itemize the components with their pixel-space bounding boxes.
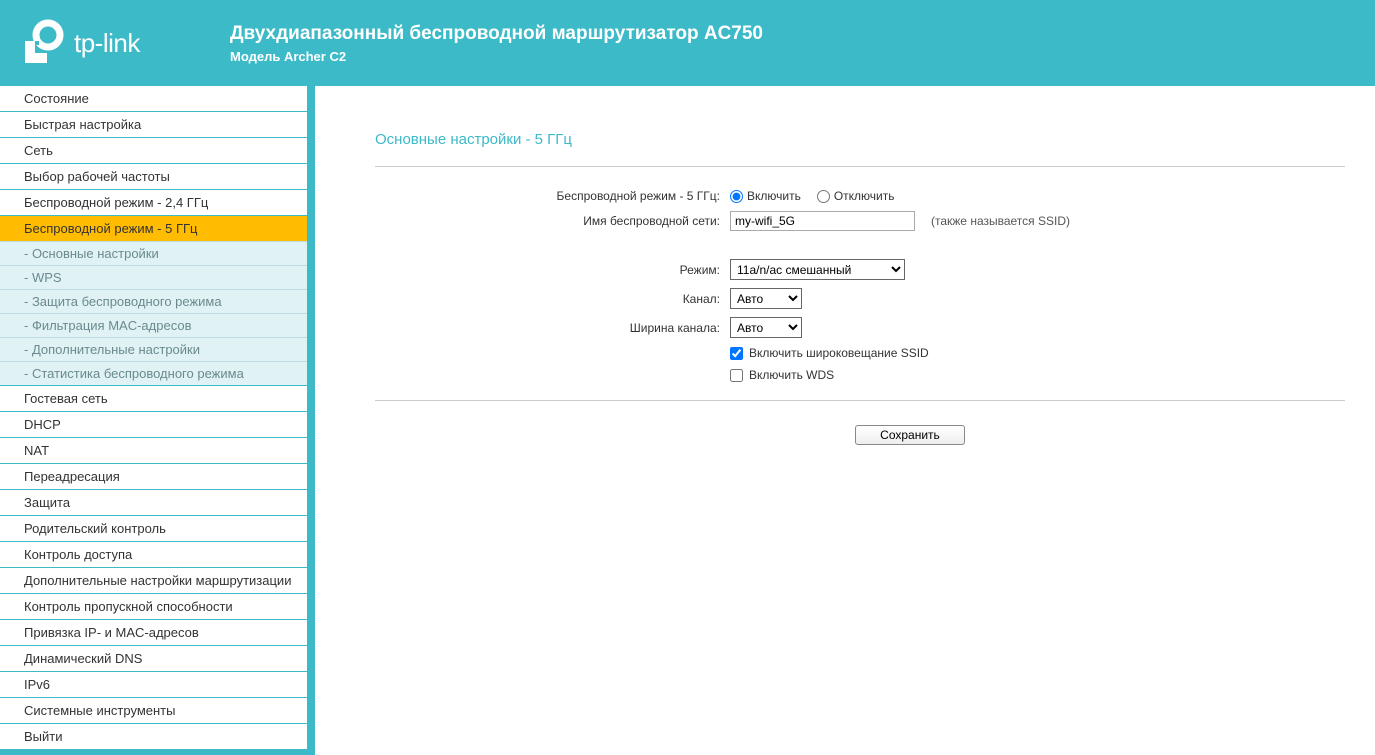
header-titles: Двухдиапазонный беспроводной маршрутизат… [230, 23, 763, 64]
sidebar-item[interactable]: Сеть [0, 137, 307, 163]
sidebar-item[interactable]: Гостевая сеть [0, 385, 307, 411]
wds-check[interactable] [730, 369, 743, 382]
wds-label: Включить WDS [749, 368, 834, 382]
sidebar-item[interactable]: DHCP [0, 411, 307, 437]
tplink-logo-icon [20, 19, 68, 67]
sidebar-item[interactable]: Контроль доступа [0, 541, 307, 567]
ssid-input[interactable] [730, 211, 915, 231]
sidebar-item[interactable]: Родительский контроль [0, 515, 307, 541]
broadcast-label: Включить широковещание SSID [749, 346, 929, 360]
sidebar-item[interactable]: Привязка IP- и MAC-адресов [0, 619, 307, 645]
sidebar-item[interactable]: Беспроводной режим - 5 ГГц [0, 215, 307, 241]
broadcast-checkbox[interactable]: Включить широковещание SSID [730, 346, 929, 360]
width-label: Ширина канала: [375, 321, 730, 335]
product-model: Модель Archer C2 [230, 49, 763, 64]
mode-label: Режим: [375, 263, 730, 277]
radio-disable[interactable] [817, 190, 830, 203]
sidebar-item[interactable]: Защита [0, 489, 307, 515]
wireless-enable-radio[interactable]: Включить [730, 189, 801, 203]
sidebar-subitem[interactable]: - Статистика беспроводного режима [0, 361, 307, 385]
width-select[interactable]: Авто [730, 317, 802, 338]
save-button[interactable]: Сохранить [855, 425, 965, 445]
header: tp-link Двухдиапазонный беспроводной мар… [0, 0, 1375, 86]
sidebar-item[interactable]: Переадресация [0, 463, 307, 489]
sidebar-item[interactable]: NAT [0, 437, 307, 463]
radio-enable[interactable] [730, 190, 743, 203]
radio-enable-label: Включить [747, 189, 801, 203]
sidebar-item[interactable]: Выйти [0, 723, 307, 749]
separator [375, 400, 1345, 401]
sidebar-subitem[interactable]: - Защита беспроводного режима [0, 289, 307, 313]
sidebar-item[interactable]: Контроль пропускной способности [0, 593, 307, 619]
broadcast-check[interactable] [730, 347, 743, 360]
product-title: Двухдиапазонный беспроводной маршрутизат… [230, 23, 763, 45]
sidebar-subitem[interactable]: - WPS [0, 265, 307, 289]
channel-select[interactable]: Авто [730, 288, 802, 309]
main-content: Основные настройки - 5 ГГц Беспроводной … [315, 86, 1375, 755]
ssid-note: (также называется SSID) [931, 214, 1070, 228]
ssid-label: Имя беспроводной сети: [375, 214, 730, 228]
sidebar-subitem[interactable]: - Основные настройки [0, 241, 307, 265]
brand-text: tp-link [74, 28, 140, 59]
sidebar-item[interactable]: Системные инструменты [0, 697, 307, 723]
sidebar-item[interactable]: IPv6 [0, 671, 307, 697]
sidebar: СостояниеБыстрая настройкаСетьВыбор рабо… [0, 86, 315, 755]
sidebar-item[interactable]: Выбор рабочей частоты [0, 163, 307, 189]
radio-disable-label: Отключить [834, 189, 895, 203]
wireless-label: Беспроводной режим - 5 ГГц: [375, 189, 730, 203]
wireless-disable-radio[interactable]: Отключить [817, 189, 895, 203]
sidebar-item[interactable]: Состояние [0, 86, 307, 111]
channel-label: Канал: [375, 292, 730, 306]
page-title: Основные настройки - 5 ГГц [375, 96, 1345, 166]
wds-checkbox[interactable]: Включить WDS [730, 368, 834, 382]
sidebar-item[interactable]: Дополнительные настройки маршрутизации [0, 567, 307, 593]
separator [375, 166, 1345, 167]
brand-logo: tp-link [20, 19, 230, 67]
sidebar-item[interactable]: Быстрая настройка [0, 111, 307, 137]
sidebar-subitem[interactable]: - Фильтрация MAC-адресов [0, 313, 307, 337]
sidebar-subitem[interactable]: - Дополнительные настройки [0, 337, 307, 361]
sidebar-item[interactable]: Динамический DNS [0, 645, 307, 671]
sidebar-item[interactable]: Беспроводной режим - 2,4 ГГц [0, 189, 307, 215]
mode-select[interactable]: 11a/n/ac смешанный [730, 259, 905, 280]
